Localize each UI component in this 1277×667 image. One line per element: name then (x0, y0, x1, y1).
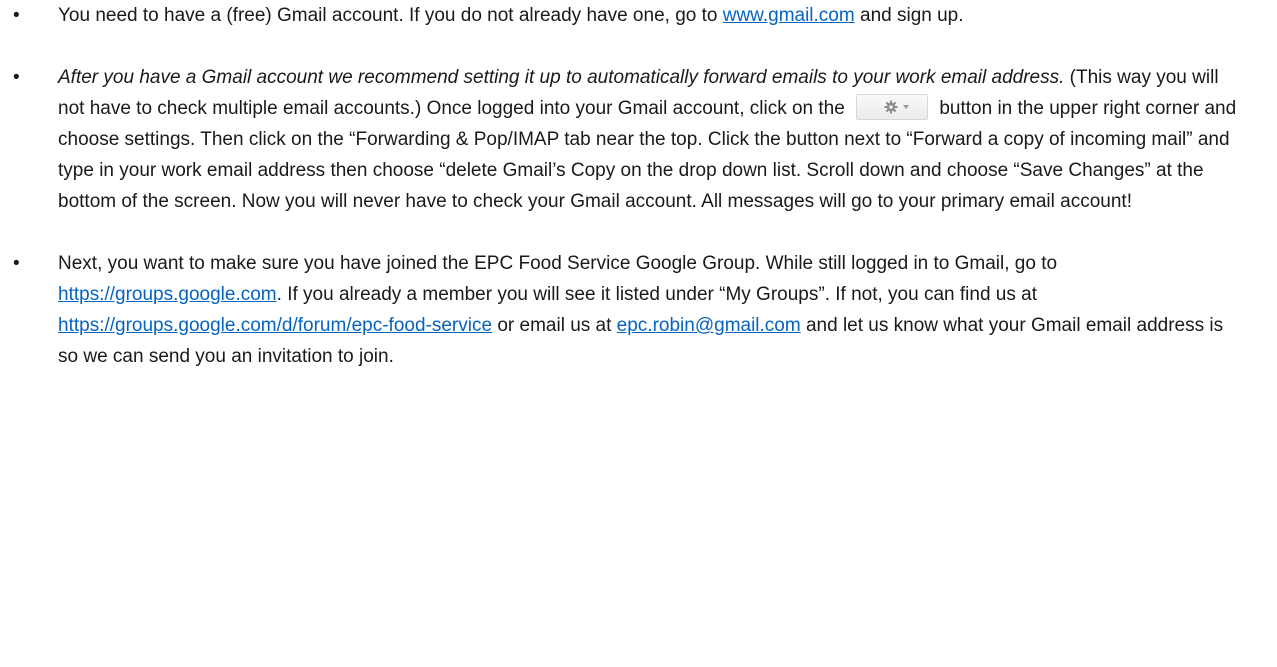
gear-icon (884, 100, 898, 114)
item1-text-end: and sign up. (854, 5, 964, 26)
bullet-icon: • (13, 67, 20, 88)
settings-gear-button[interactable] (856, 93, 929, 120)
item3-text-1: Next, you want to make sure you have joi… (58, 253, 1058, 274)
chevron-down-icon (903, 104, 910, 109)
email-link[interactable]: epc.robin@gmail.com (617, 315, 801, 336)
bullet-icon: • (13, 253, 20, 274)
gmail-link[interactable]: www.gmail.com (723, 5, 855, 26)
item3-text-3: or email us at (492, 315, 617, 336)
item3-text-2: . If you already a member you will see i… (276, 284, 1037, 305)
item2-italic-text: After you have a Gmail account we recomm… (58, 67, 1065, 88)
list-item-google-group: • Next, you want to make sure you have j… (0, 248, 1237, 372)
groups-link[interactable]: https://groups.google.com (58, 284, 277, 305)
epc-food-service-forum-link[interactable]: https://groups.google.com/d/forum/epc-fo… (58, 315, 492, 336)
document-body: • You need to have a (free) Gmail accoun… (0, 0, 1277, 372)
bullet-icon: • (13, 5, 20, 26)
list-item-forwarding: • After you have a Gmail account we reco… (0, 62, 1237, 217)
list-item-gmail-account: • You need to have a (free) Gmail accoun… (0, 0, 1237, 31)
item1-text-start: You need to have a (free) Gmail account.… (58, 5, 723, 26)
